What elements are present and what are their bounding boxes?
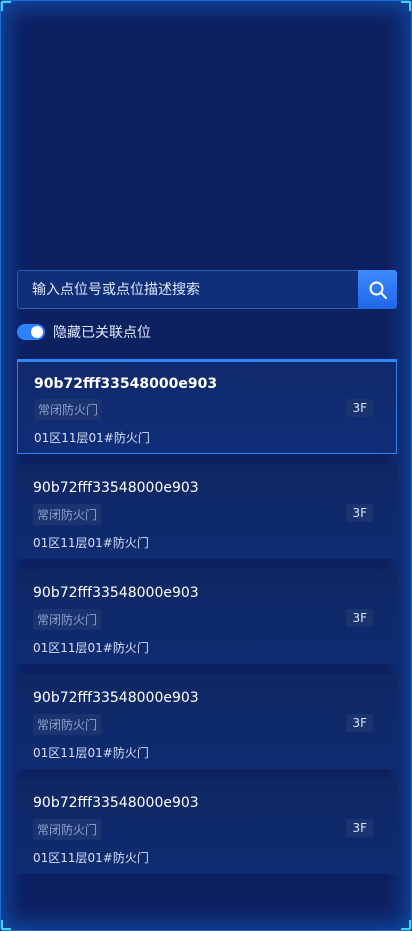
floor-badge: 3F [346,504,373,522]
point-type-tag: 常闭防火门 [33,714,102,735]
point-code: 90b72fff33548000e903 [33,690,199,706]
point-location: 01区11层01#防火门 [33,536,149,550]
point-location: 01区11层01#防火门 [34,431,150,445]
point-card[interactable]: 90b72fff33548000e903 常闭防火门 3F 01区11层01#防… [17,674,397,769]
search-icon [369,281,387,299]
floor-badge: 3F [346,819,373,837]
point-card[interactable]: 90b72fff33548000e903 常闭防火门 3F 01区11层01#防… [17,359,397,454]
point-code: 90b72fff33548000e903 [34,376,218,392]
hide-linked-toggle[interactable] [17,324,45,340]
point-card[interactable]: 90b72fff33548000e903 常闭防火门 3F 01区11层01#防… [17,569,397,664]
point-type-tag: 常闭防火门 [33,609,102,630]
point-code: 90b72fff33548000e903 [33,480,199,496]
point-type-tag: 常闭防火门 [33,819,102,840]
point-code: 90b72fff33548000e903 [33,795,199,811]
point-location: 01区11层01#防火门 [33,746,149,760]
point-card[interactable]: 90b72fff33548000e903 常闭防火门 3F 01区11层01#防… [17,464,397,559]
search-bar [17,270,397,309]
hide-linked-toggle-row: 隐藏已关联点位 [17,321,151,343]
point-code: 90b72fff33548000e903 [33,585,199,601]
frame-corner [1,920,11,930]
point-location: 01区11层01#防火门 [33,641,149,655]
point-card[interactable]: 90b72fff33548000e903 常闭防火门 3F 01区11层01#防… [17,779,397,874]
frame-corner [1,1,11,11]
search-input[interactable] [17,270,358,309]
floor-badge: 3F [346,714,373,732]
floor-badge: 3F [346,609,373,627]
panel-frame: 隐藏已关联点位 90b72fff33548000e903 常闭防火门 3F 01… [0,0,412,931]
toggle-knob [31,326,43,338]
search-button[interactable] [358,270,397,309]
point-list: 90b72fff33548000e903 常闭防火门 3F 01区11层01#防… [17,359,397,884]
frame-corner [401,1,411,11]
toggle-label: 隐藏已关联点位 [53,325,151,341]
point-type-tag: 常闭防火门 [34,399,103,420]
frame-corner [401,920,411,930]
point-location: 01区11层01#防火门 [33,851,149,865]
floor-badge: 3F [346,399,373,417]
point-type-tag: 常闭防火门 [33,504,102,525]
